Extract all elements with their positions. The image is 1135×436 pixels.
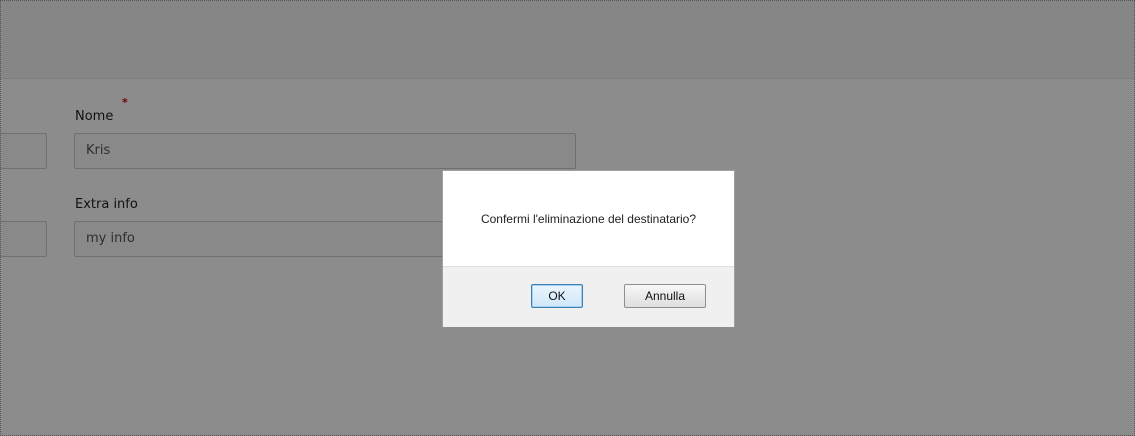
cancel-button[interactable]: Annulla [624, 284, 706, 308]
dialog-body: Confermi l'eliminazione del destinatario… [443, 171, 734, 266]
dialog-message: Confermi l'eliminazione del destinatario… [480, 211, 697, 226]
dialog-footer: OK Annulla [443, 266, 734, 327]
page: Nome * Kris Extra info my info Confermi … [0, 0, 1135, 436]
confirm-dialog: Confermi l'eliminazione del destinatario… [442, 170, 735, 327]
ok-button[interactable]: OK [531, 284, 583, 308]
